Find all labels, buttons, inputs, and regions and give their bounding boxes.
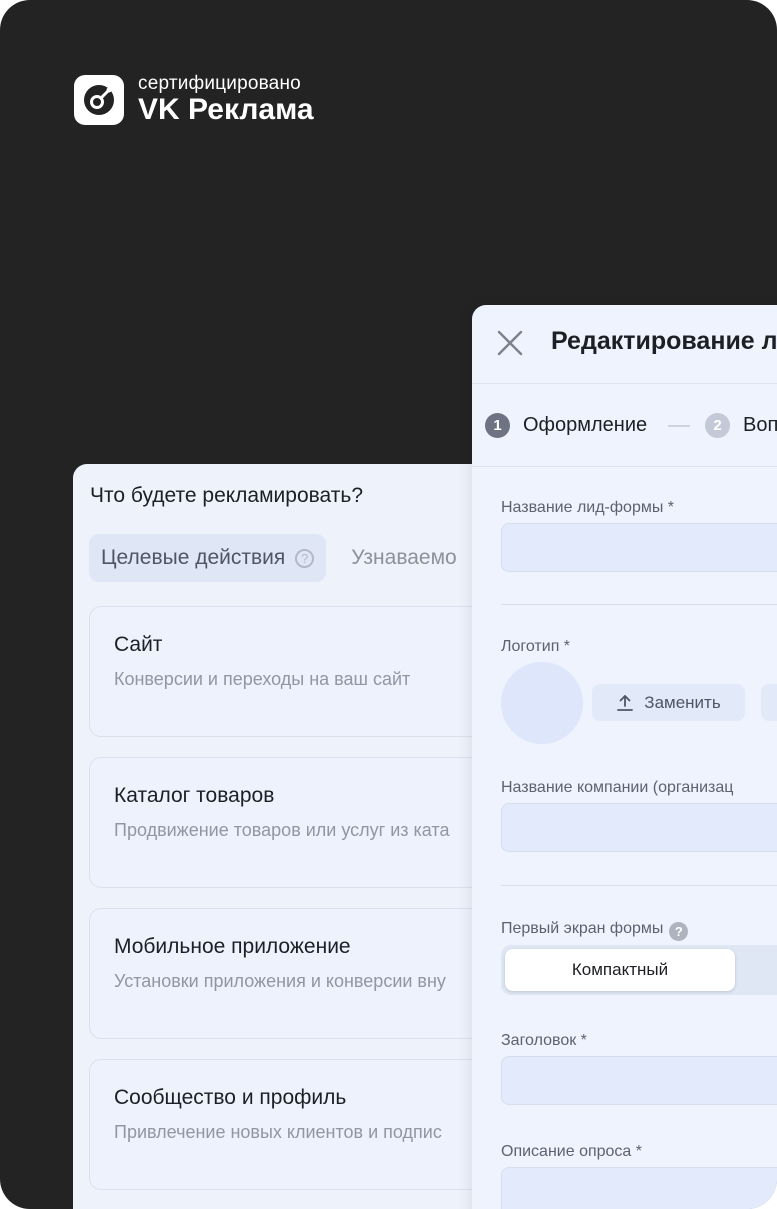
- logo-preview: [501, 662, 583, 744]
- editor-steps: 1 Оформление 2 Воп: [472, 384, 777, 467]
- question-circle-icon[interactable]: ?: [295, 548, 315, 568]
- company-name-label: Название компании (организац: [501, 779, 734, 796]
- step-1-number: 1: [485, 413, 510, 438]
- tab-label: Целевые действия: [101, 546, 286, 569]
- logo-label: Логотип *: [501, 638, 571, 655]
- card-title: Сайт: [114, 633, 163, 656]
- card-title: Сообщество и профиль: [114, 1086, 347, 1109]
- editor-header: Редактирование л: [472, 305, 777, 384]
- step-2-label[interactable]: Воп: [743, 414, 777, 437]
- card-description: Привлечение новых клиентов и подпис: [114, 1122, 442, 1142]
- card-description: Конверсии и переходы на ваш сайт: [114, 669, 411, 689]
- first-screen-toggle: Компактный: [501, 945, 777, 995]
- replace-label: Заменить: [644, 692, 721, 712]
- survey-description-input[interactable]: [501, 1167, 777, 1209]
- divider: [501, 604, 777, 605]
- objective-title: Что будете рекламировать?: [90, 484, 364, 507]
- step-2-number: 2: [705, 413, 730, 438]
- company-name-input[interactable]: [501, 803, 777, 852]
- help-icon[interactable]: ?: [669, 922, 689, 941]
- form-name-label: Название лид-формы *: [501, 499, 675, 516]
- option-compact[interactable]: Компактный: [505, 949, 735, 991]
- frame: сертифицировано VK Реклама Что будете ре…: [0, 0, 777, 1209]
- delete-logo-button[interactable]: [761, 684, 777, 721]
- card-description: Продвижение товаров или услуг из ката: [114, 820, 450, 840]
- vk-ads-logo-icon: [74, 75, 124, 125]
- first-screen-label: Первый экран формы?: [501, 920, 689, 941]
- certification-badge: сертифицировано VK Реклама: [74, 74, 314, 126]
- tab-awareness[interactable]: Узнаваемо: [351, 546, 456, 570]
- editor-title: Редактирование л: [551, 327, 777, 355]
- heading-input[interactable]: [501, 1056, 777, 1105]
- card-title: Каталог товаров: [114, 784, 275, 807]
- card-description: Установки приложения и конверсии вну: [114, 971, 446, 991]
- replace-logo-button[interactable]: Заменить: [592, 684, 745, 721]
- close-icon[interactable]: [496, 329, 524, 357]
- form-name-input[interactable]: [501, 523, 777, 572]
- badge-subtitle: сертифицировано: [138, 73, 301, 94]
- step-connector: [668, 425, 690, 427]
- first-screen-label-text: Первый экран формы: [501, 920, 664, 937]
- survey-description-label: Описание опроса *: [501, 1143, 642, 1160]
- heading-label: Заголовок *: [501, 1032, 587, 1049]
- badge-title: VK Реклама: [138, 93, 314, 126]
- upload-icon: [617, 694, 634, 711]
- lead-form-editor: Редактирование л 1 Оформление 2 Воп Назв…: [472, 305, 777, 1209]
- objective-tabs: Целевые действия ? Узнаваемо: [89, 534, 457, 582]
- card-title: Мобильное приложение: [114, 935, 351, 958]
- step-1-label[interactable]: Оформление: [523, 414, 647, 437]
- tab-target-actions[interactable]: Целевые действия ?: [89, 534, 327, 582]
- divider: [501, 885, 777, 886]
